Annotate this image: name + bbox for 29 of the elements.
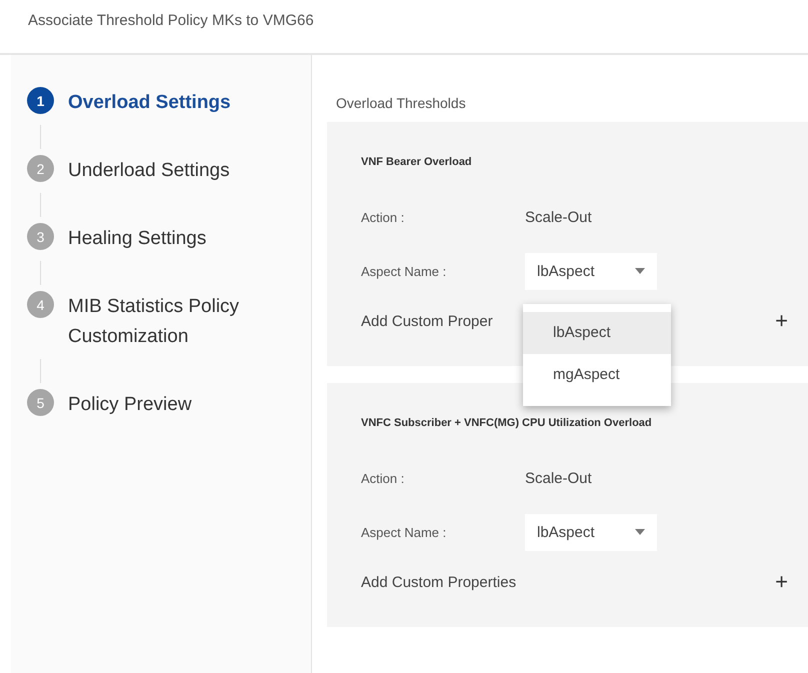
step-label[interactable]: Policy Preview [68, 390, 283, 420]
field-value: Scale-Out [525, 208, 592, 226]
panel-title: VNF Bearer Overload [361, 156, 473, 168]
section-title: Overload Thresholds [336, 95, 467, 111]
add-button[interactable]: + [775, 310, 788, 332]
field-label: Action : [361, 470, 406, 486]
panel-title: VNFC Subscriber + VNFC(MG) CPU Utilization Overload [361, 417, 653, 429]
add-custom-properties-link[interactable]: Add Custom Properties [361, 574, 516, 590]
field-label: Aspect Name : [361, 264, 448, 278]
dropdown-option[interactable]: mgAspect [523, 354, 671, 396]
step-label[interactable]: MIB Statistics Policy Customization [68, 292, 283, 352]
step-label[interactable]: Underload Settings [68, 156, 283, 186]
step-number: 5 [27, 389, 54, 416]
step-number: 2 [27, 155, 54, 182]
aspect-dropdown[interactable]: lbAspect [525, 252, 657, 290]
add-button[interactable]: + [775, 571, 788, 593]
add-custom-properties-link[interactable]: Add Custom Proper [361, 312, 493, 330]
field-label: Aspect Name : [361, 524, 448, 540]
field-label: Action : [361, 210, 406, 224]
step-label[interactable]: Healing Settings [68, 224, 283, 254]
aspect-dropdown[interactable]: lbAspect [525, 514, 657, 550]
caret-icon [635, 268, 645, 274]
dropdown-option[interactable]: lbAspect [523, 312, 671, 354]
step-number: 3 [27, 223, 54, 250]
caret-icon [635, 529, 645, 535]
step-number: 1 [27, 87, 54, 114]
step-label[interactable]: Overload Settings [68, 88, 283, 118]
field-value: Scale-Out [525, 470, 592, 486]
step-number: 4 [27, 291, 54, 318]
